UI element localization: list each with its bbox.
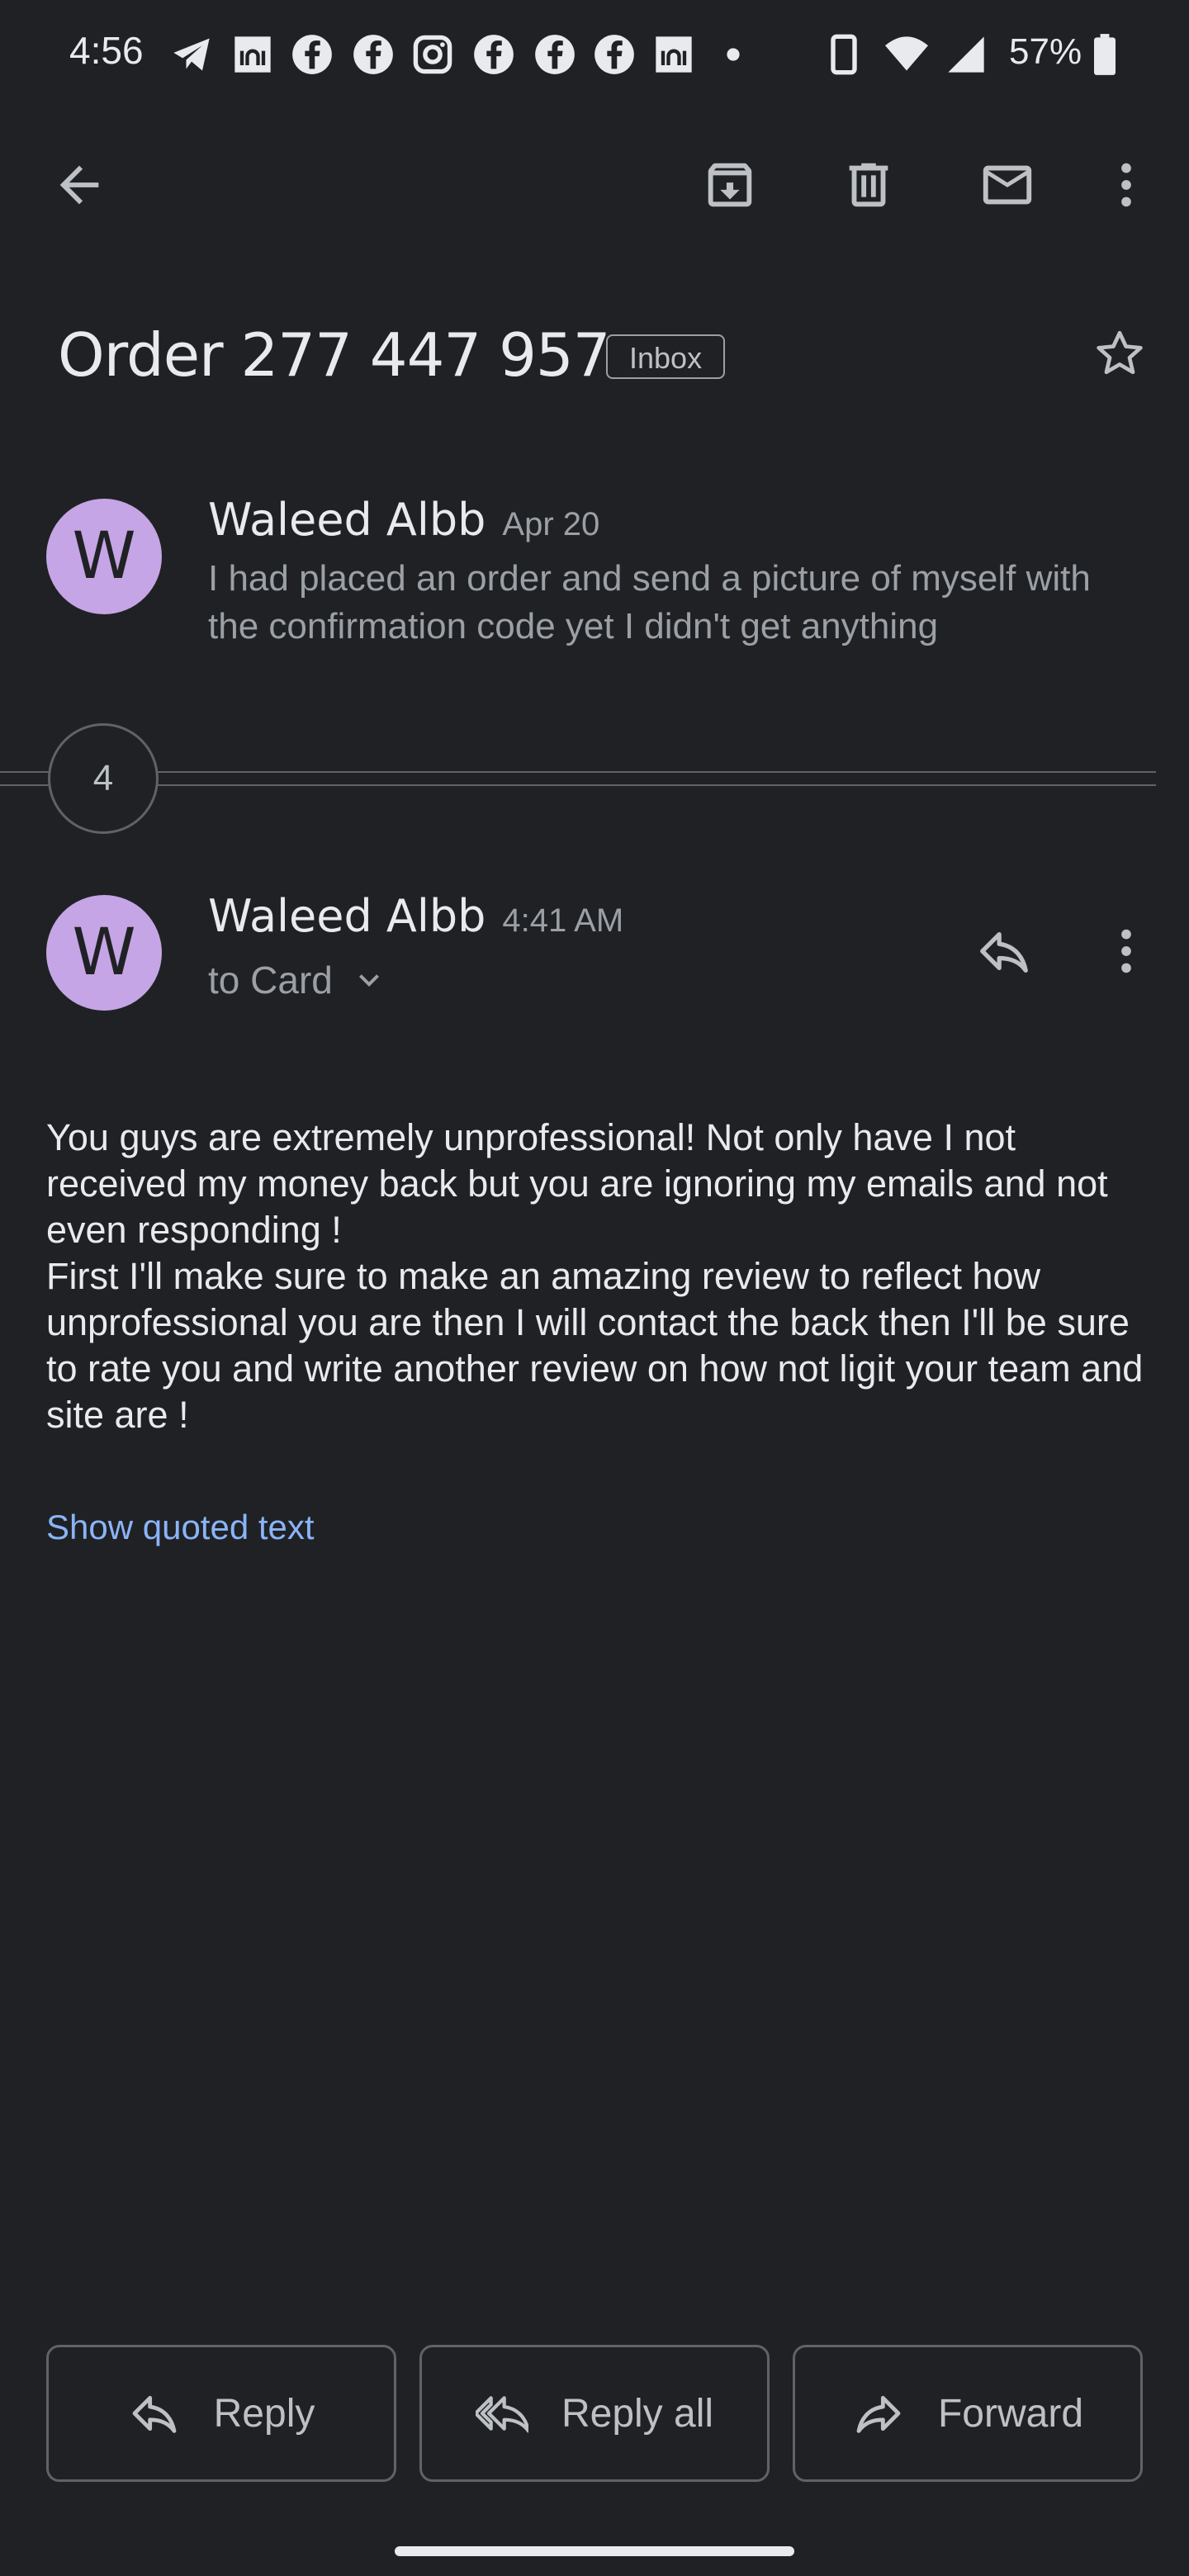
reply-icon (132, 2395, 177, 2433)
arrow-left-icon (59, 165, 99, 205)
wifi-icon (885, 33, 928, 76)
trash-icon (849, 163, 888, 207)
facebook-icon (593, 33, 636, 76)
message-header: Waleed Albb Apr 20 (208, 494, 599, 546)
dot-icon (712, 33, 755, 76)
avatar[interactable]: W (46, 499, 162, 614)
reply-action-button[interactable]: Reply (46, 2345, 396, 2482)
facebook-icon (533, 33, 576, 76)
message-body: You guys are extremely unprofessional! N… (46, 1116, 1144, 1436)
phone-vibrate-icon (822, 33, 865, 76)
back-button[interactable] (40, 145, 119, 225)
show-quoted-text-link[interactable]: Show quoted text (46, 1508, 315, 1547)
sender-name: Waleed Albb (208, 494, 486, 546)
facebook-icon (472, 33, 515, 76)
reply-all-icon (475, 2396, 528, 2433)
avatar[interactable]: W (46, 895, 162, 1011)
message-date: Apr 20 (502, 506, 600, 542)
message-snippet: I had placed an order and send a picture… (208, 558, 1091, 646)
telegram-icon (170, 33, 213, 76)
inbox-label-chip[interactable]: Inbox (606, 334, 726, 379)
archive-button[interactable] (690, 145, 770, 225)
forward-label: Forward (937, 2391, 1084, 2436)
more-vert-icon (1121, 929, 1131, 973)
forward-action-button[interactable]: Forward (793, 2345, 1143, 2482)
mail-icon (983, 165, 1032, 205)
message-more-button[interactable] (1087, 912, 1166, 991)
thread-subject: Order 277 447 957 (58, 320, 611, 390)
forward-icon (856, 2395, 901, 2433)
battery-percent: 57% (1009, 31, 1082, 72)
facebook-icon (291, 33, 334, 76)
archive-icon (708, 163, 752, 207)
facebook-icon (352, 33, 395, 76)
mosque-app-icon (231, 33, 274, 76)
recipient-details-toggle[interactable]: to Card (208, 958, 389, 1002)
reply-label: Reply (213, 2391, 315, 2436)
collapsed-count: 4 (48, 723, 159, 834)
reply-all-label: Reply all (561, 2391, 714, 2436)
mosque-app-icon (652, 33, 695, 76)
status-time: 4:56 (69, 29, 144, 72)
reply-button[interactable] (964, 912, 1044, 991)
reply-all-action-button[interactable]: Reply all (419, 2345, 770, 2482)
mark-unread-button[interactable] (968, 145, 1047, 225)
star-icon (1097, 330, 1143, 375)
collapsed-messages-button[interactable]: 4 (48, 723, 205, 834)
signal-icon (945, 33, 988, 76)
delete-button[interactable] (829, 145, 908, 225)
recipient-line: to Card (208, 959, 333, 1002)
chevron-down-icon (358, 974, 379, 987)
battery-icon (1090, 33, 1120, 76)
status-bar: 4:56 57% (0, 0, 1189, 107)
reply-icon (980, 931, 1028, 973)
more-options-button[interactable] (1087, 145, 1166, 225)
sender-name: Waleed Albb (208, 890, 486, 942)
star-button[interactable] (1080, 314, 1159, 393)
instagram-icon (411, 33, 454, 76)
more-vert-icon (1121, 163, 1131, 207)
message-header: Waleed Albb 4:41 AM (208, 890, 623, 942)
message-time: 4:41 AM (502, 902, 624, 939)
home-gesture-bar[interactable] (395, 2546, 794, 2556)
